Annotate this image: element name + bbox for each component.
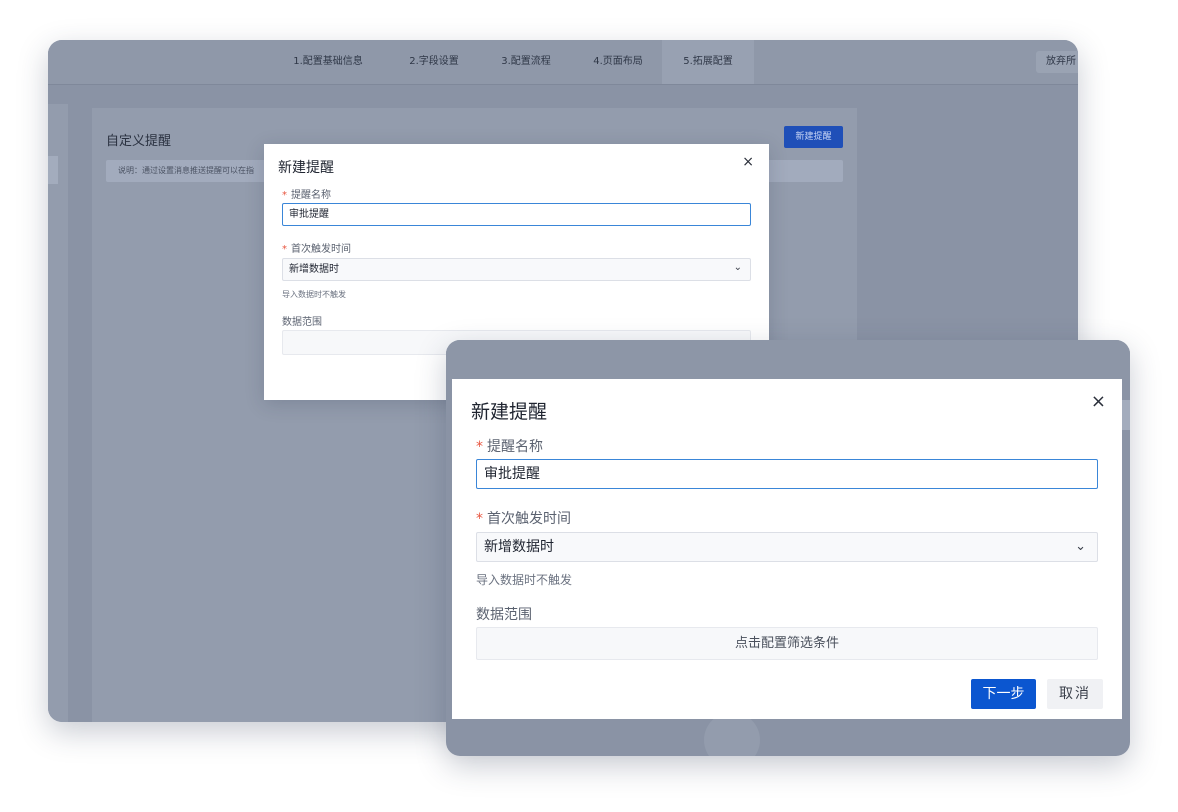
dialog-title: 新建提醒 (471, 401, 548, 423)
data-range-label: 数据范围 (282, 317, 322, 328)
trigger-time-label: * 首次触发时间 (476, 508, 571, 528)
step-4-tab[interactable]: 4.页面布局 (584, 40, 652, 84)
required-mark: * (282, 244, 287, 255)
front-window-header (446, 340, 1130, 380)
cancel-button[interactable]: 取消 (1047, 679, 1103, 709)
reminder-name-label: * 提醒名称 (282, 186, 331, 201)
reminder-name-input[interactable]: 审批提醒 (476, 459, 1098, 489)
chevron-down-icon: ⌄ (1075, 539, 1086, 554)
trigger-time-label: * 首次触发时间 (282, 240, 351, 255)
required-mark: * (282, 190, 287, 201)
chevron-down-icon: ⌄ (733, 262, 742, 273)
close-icon[interactable]: × (742, 155, 754, 169)
new-reminder-button[interactable]: 新建提醒 (784, 126, 843, 148)
step-1-tab[interactable]: 1.配置基础信息 (288, 40, 368, 84)
page-title: 自定义提醒 (106, 134, 172, 149)
trigger-time-value: 新增数据时 (484, 539, 554, 555)
notice-text: 说明：通过设置消息推送提醒可以在指 (118, 166, 254, 175)
required-mark: * (476, 511, 483, 527)
left-rail (48, 104, 68, 722)
close-icon[interactable]: × (1091, 393, 1106, 411)
dialog-title: 新建提醒 (278, 160, 334, 176)
step-2-tab[interactable]: 2.字段设置 (400, 40, 468, 84)
discard-button[interactable]: 放弃所 (1036, 51, 1078, 73)
trigger-time-select[interactable]: 新增数据时 ⌄ (282, 258, 751, 281)
trigger-time-label-text: 首次触发时间 (291, 244, 351, 255)
next-step-button[interactable]: 下一步 (971, 679, 1036, 709)
trigger-time-label-text: 首次触发时间 (487, 511, 571, 527)
step-3-tab[interactable]: 3.配置流程 (492, 40, 560, 84)
trigger-time-select[interactable]: 新增数据时 ⌄ (476, 532, 1098, 562)
front-window: 新建提醒 × * 提醒名称 审批提醒 * 首次触发时间 新增数据时 ⌄ 导入数据时不… (446, 340, 1130, 756)
reminder-name-label: * 提醒名称 (476, 436, 543, 456)
step-5-tab[interactable]: 5.拓展配置 (662, 40, 754, 84)
data-range-label: 数据范围 (476, 607, 532, 623)
import-hint: 导入数据时不触发 (282, 290, 346, 299)
left-rail-tab[interactable] (48, 156, 58, 184)
reminder-name-label-text: 提醒名称 (291, 190, 331, 201)
import-hint: 导入数据时不触发 (476, 573, 573, 587)
required-mark: * (476, 439, 483, 455)
reminder-name-label-text: 提醒名称 (487, 439, 543, 455)
new-reminder-dialog: 新建提醒 × * 提醒名称 审批提醒 * 首次触发时间 新增数据时 ⌄ 导入数据时不… (452, 379, 1122, 719)
reminder-name-input[interactable]: 审批提醒 (282, 203, 751, 226)
configure-filter-button[interactable]: 点击配置筛选条件 (476, 627, 1098, 660)
trigger-time-value: 新增数据时 (289, 264, 339, 275)
step-bar: 1.配置基础信息 2.字段设置 3.配置流程 4.页面布局 5.拓展配置 放弃所 (48, 40, 1078, 85)
